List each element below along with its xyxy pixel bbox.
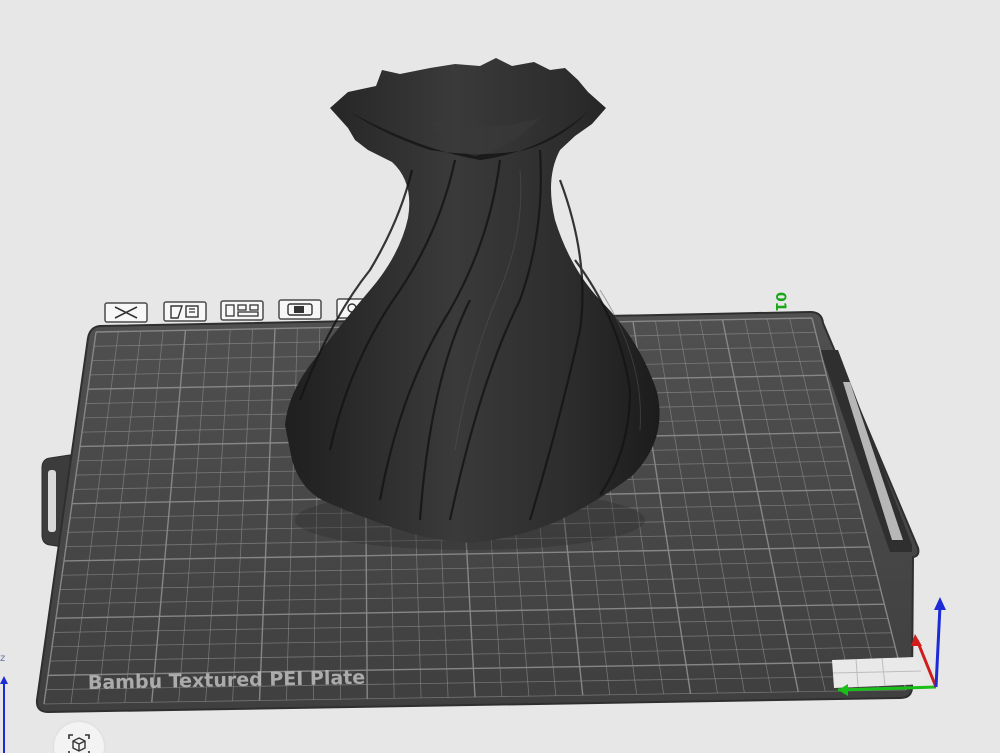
left-axis-label: z xyxy=(0,653,6,664)
view-cube-icon xyxy=(68,734,90,753)
plate-toolbar xyxy=(104,298,368,323)
axis-z-arrow-icon xyxy=(934,597,946,610)
arrange-layout-button[interactable] xyxy=(220,300,264,321)
axis-z xyxy=(934,605,942,688)
plate-handle-slot xyxy=(48,470,56,532)
plate-number: 01 xyxy=(772,292,788,311)
delete-plate-button[interactable] xyxy=(104,302,148,323)
lock-plate-button[interactable] xyxy=(278,299,322,320)
arrange-button[interactable] xyxy=(163,301,207,322)
scene-canvas[interactable]: Bambu Textured PEI Plate 01 xyxy=(0,0,1000,753)
left-axis-arrow-icon xyxy=(0,676,8,684)
3d-viewport[interactable]: Bambu Textured PEI Plate 01 z xyxy=(0,0,1000,753)
